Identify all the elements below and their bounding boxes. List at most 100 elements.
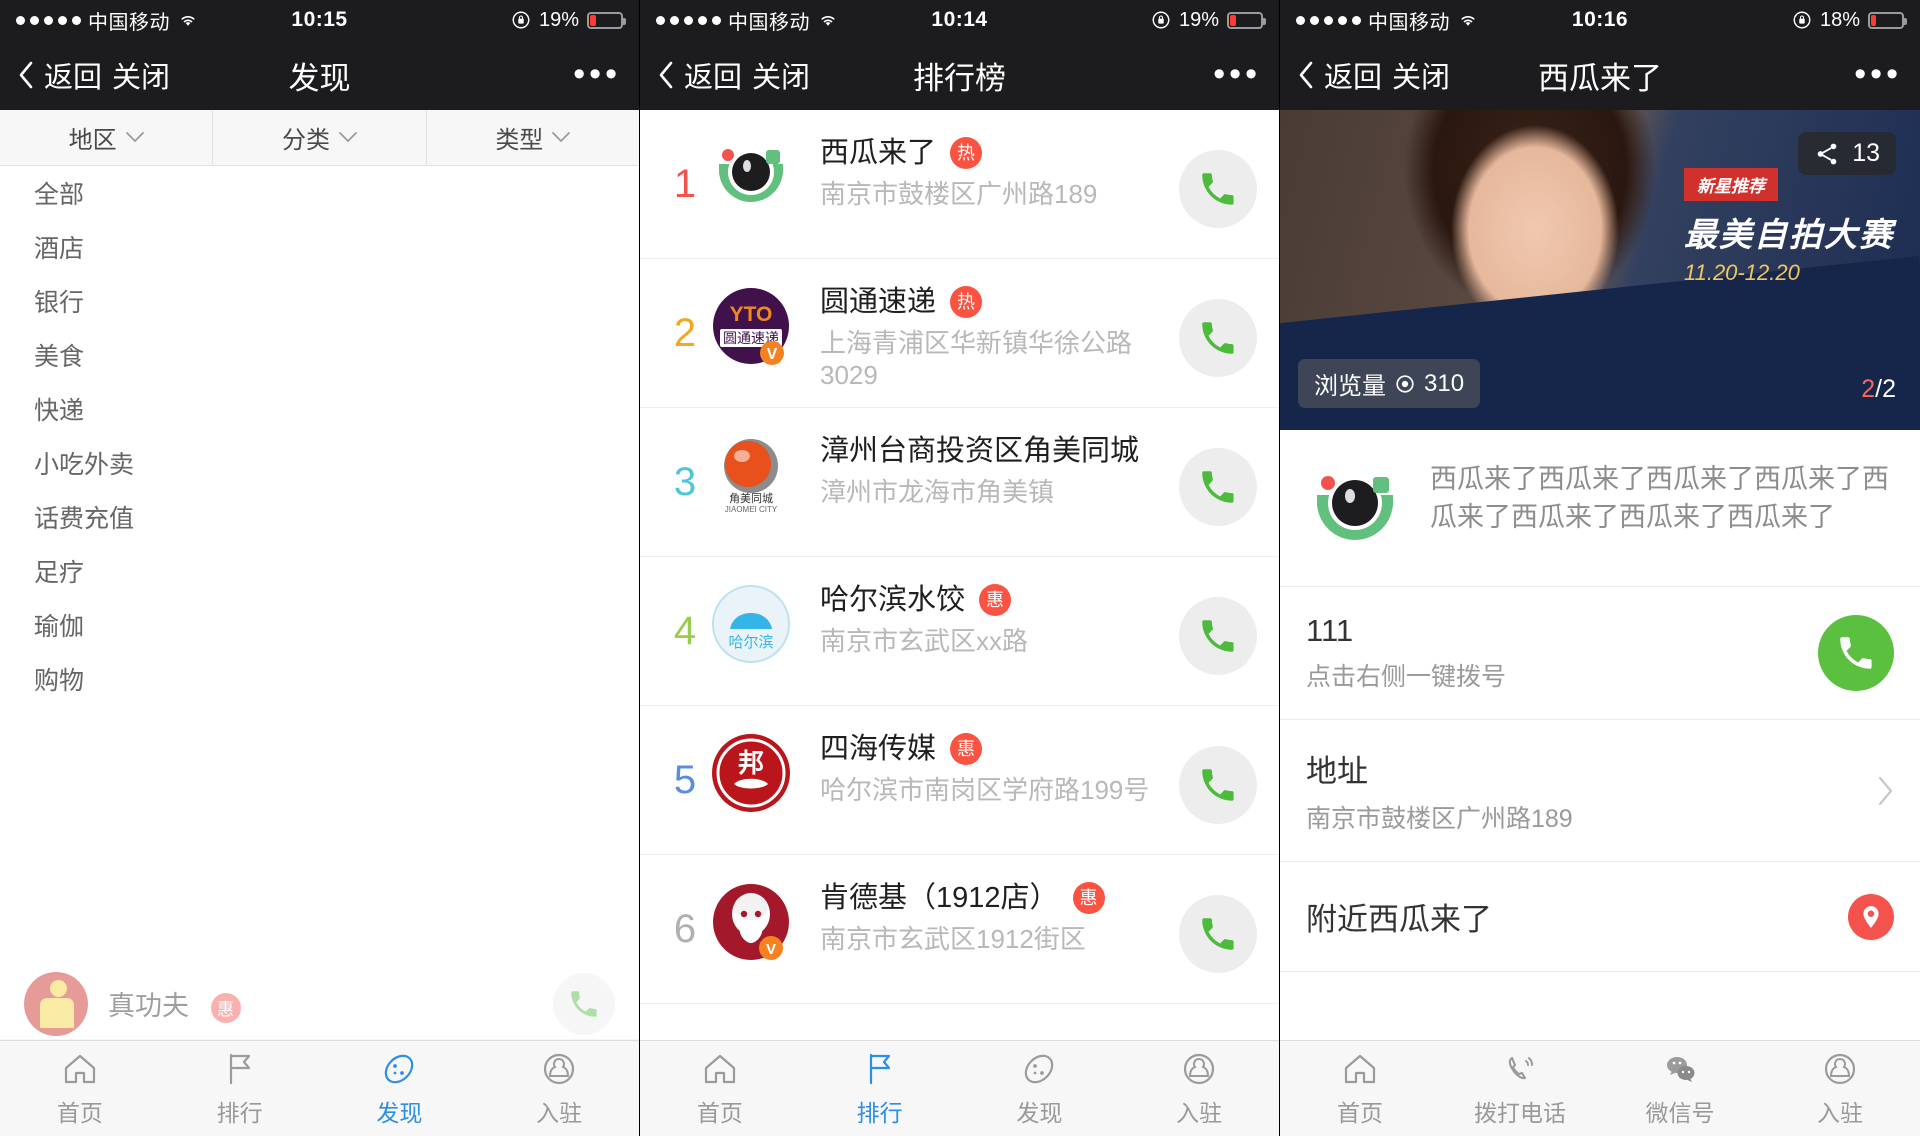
share-icon	[1817, 143, 1837, 164]
carrier-label: 中国移动	[728, 11, 810, 34]
table-row[interactable]: 1 西瓜来了 热 南京市鼓楼区广州路189	[640, 110, 1279, 259]
phone-icon	[1202, 173, 1234, 205]
page-title: 发现	[288, 60, 351, 96]
flag-icon	[869, 1053, 890, 1085]
row-body: 哈尔滨水饺 惠 南京市玄武区xx路	[798, 583, 1179, 657]
call-button[interactable]	[1179, 746, 1257, 824]
business-name-label: 圆通速递	[820, 286, 937, 318]
tab-wechat-label: 微信号	[1645, 1100, 1715, 1126]
phone-icon	[1202, 769, 1234, 801]
share-button[interactable]: 13	[1798, 132, 1896, 175]
chevron-left-icon	[1299, 61, 1313, 89]
nav-close-label[interactable]: 关闭	[1392, 54, 1450, 96]
category-item-recharge[interactable]: 话费充值	[0, 490, 639, 544]
table-row[interactable]: 4 哈尔滨 哈尔滨水饺 惠 南京市玄武区xx路	[640, 557, 1279, 706]
promo-banner-carousel[interactable]: 新星推荐 最美自拍大赛 11.20-12.20 13 浏览量 310 2/2	[1280, 110, 1920, 430]
tab-discover[interactable]: 发现	[960, 1041, 1120, 1136]
nav-back-label[interactable]: 返回	[44, 54, 102, 96]
tab-join[interactable]: 入驻	[1760, 1041, 1920, 1136]
business-row-partial[interactable]: 真功夫 惠	[0, 968, 639, 1040]
tab-home[interactable]: 首页	[640, 1041, 800, 1136]
filter-type[interactable]: 类型	[427, 110, 639, 165]
signal-dots-icon	[1296, 15, 1361, 25]
location-pin-icon[interactable]	[1848, 893, 1894, 940]
more-menu-icon[interactable]: •••	[1854, 58, 1902, 91]
category-item-snacks[interactable]: 小吃外卖	[0, 436, 639, 490]
business-address: 南京市玄武区xx路	[820, 625, 1029, 656]
call-button[interactable]	[1179, 448, 1257, 526]
call-button[interactable]	[1179, 299, 1257, 377]
table-row[interactable]: 5 邦 四海传媒 惠 哈尔滨市南岗区学府路199号	[640, 706, 1279, 855]
tab-join[interactable]: 入驻	[479, 1041, 639, 1136]
business-name-label: 真功夫	[108, 991, 189, 1021]
tab-call[interactable]: 拨打电话	[1440, 1041, 1600, 1136]
call-button[interactable]	[1179, 597, 1257, 675]
tab-home[interactable]: 首页	[1280, 1041, 1440, 1136]
tab-ranking[interactable]: 排行	[800, 1041, 960, 1136]
more-menu-icon[interactable]: •••	[1213, 58, 1261, 91]
wechat-icon	[1667, 1057, 1695, 1082]
business-description: 西瓜来了西瓜来了西瓜来了西瓜来了西瓜来了西瓜来了西瓜来了西瓜来了	[1430, 464, 1889, 533]
views-label: 浏览量	[1314, 373, 1386, 400]
bottom-tab-bar: 首页 排行 发现 入驻	[0, 1040, 639, 1136]
tab-ranking[interactable]: 排行	[160, 1041, 320, 1136]
wifi-icon	[1461, 16, 1475, 26]
rotation-lock-icon	[1152, 11, 1170, 29]
category-item-yoga[interactable]: 瑜伽	[0, 598, 639, 652]
category-item-footmassage[interactable]: 足疗	[0, 544, 639, 598]
tab-home[interactable]: 首页	[0, 1041, 160, 1136]
table-row[interactable]: 2 YTO 圆通速递 V 圆通速递 热 上海青浦区华新镇华徐公路3029	[640, 259, 1279, 408]
tab-join[interactable]: 入驻	[1119, 1041, 1279, 1136]
category-item-all[interactable]: 全部	[0, 166, 639, 220]
status-time: 10:14	[931, 8, 988, 31]
nav-back-label[interactable]: 返回	[684, 54, 742, 96]
category-item-hotel[interactable]: 酒店	[0, 220, 639, 274]
nav-back-group[interactable]: 返回 关闭	[1298, 54, 1450, 96]
filter-category[interactable]: 分类	[213, 110, 427, 165]
page-title: 西瓜来了	[1538, 60, 1662, 96]
business-name: 西瓜来了 热	[820, 136, 1179, 171]
status-left: 中国移动	[1296, 6, 1479, 35]
chevron-left-icon	[19, 61, 33, 89]
phone-icon	[1202, 471, 1234, 503]
tab-discover[interactable]: 发现	[320, 1041, 480, 1136]
table-row[interactable]: 6 V 肯德基（1912店） 惠 南京市玄武区1912街区	[640, 855, 1279, 1004]
call-button[interactable]	[553, 972, 615, 1035]
nav-close-label[interactable]: 关闭	[752, 54, 810, 96]
tab-join-label: 入驻	[1817, 1100, 1863, 1126]
nav-back-label[interactable]: 返回	[1324, 54, 1382, 96]
nav-close-label[interactable]: 关闭	[112, 54, 170, 96]
call-button[interactable]	[1179, 150, 1257, 228]
filter-region[interactable]: 地区	[0, 110, 214, 165]
battery-icon	[587, 11, 626, 29]
business-name: 真功夫 惠	[108, 984, 241, 1023]
nav-back-group[interactable]: 返回 关闭	[658, 54, 810, 96]
home-icon	[704, 1054, 735, 1084]
tab-wechat[interactable]: 微信号	[1600, 1041, 1760, 1136]
nearby-row[interactable]: 附近西瓜来了	[1280, 862, 1920, 972]
call-button[interactable]	[1179, 895, 1257, 973]
phone-icon	[1202, 918, 1234, 950]
call-fab-button[interactable]	[1818, 615, 1894, 691]
phone-icon	[1840, 637, 1872, 669]
phone-row[interactable]: 111 点击右侧一键拨号	[1280, 587, 1920, 720]
row-main: 111 点击右侧一键拨号	[1306, 613, 1818, 693]
category-item-shopping[interactable]: 购物	[0, 652, 639, 706]
category-item-express[interactable]: 快递	[0, 382, 639, 436]
business-name: 四海传媒 惠	[820, 732, 1179, 767]
compass-icon	[385, 1054, 414, 1084]
home-icon	[64, 1054, 95, 1084]
category-item-food[interactable]: 美食	[0, 328, 639, 382]
rotation-lock-icon	[1793, 11, 1811, 29]
category-item-bank[interactable]: 银行	[0, 274, 639, 328]
filter-type-label: 类型	[495, 127, 544, 154]
address-row[interactable]: 地址 南京市鼓楼区广州路189	[1280, 720, 1920, 862]
tab-join-label: 入驻	[1176, 1100, 1223, 1126]
more-menu-icon[interactable]: •••	[573, 58, 621, 91]
battery-percent: 19%	[538, 8, 579, 31]
nav-back-group[interactable]: 返回 关闭	[18, 54, 170, 96]
business-name: 肯德基（1912店） 惠	[820, 881, 1179, 916]
table-row[interactable]: 3 角美同城 JIAOMEI CITY 漳州台商投资区角美同城 漳州市龙海市角美…	[640, 408, 1279, 557]
row-body: 四海传媒 惠 哈尔滨市南岗区学府路199号	[798, 732, 1179, 806]
rank-number: 4	[673, 609, 697, 653]
